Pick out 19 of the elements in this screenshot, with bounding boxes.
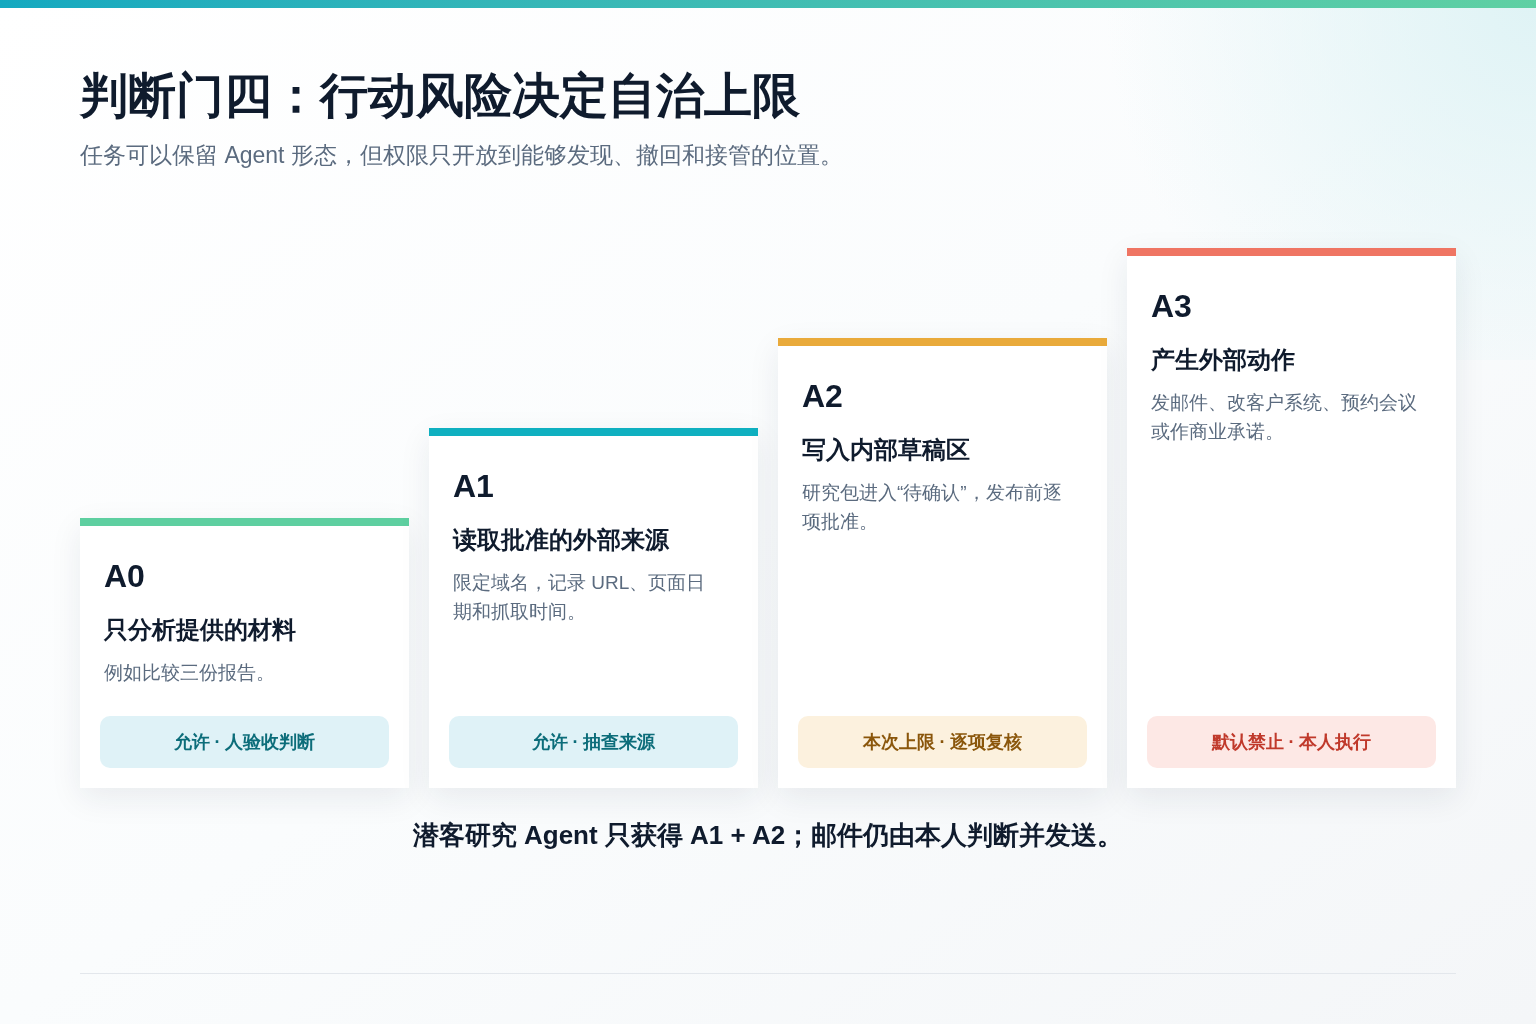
level-code: A2 — [802, 377, 844, 416]
level-heading: 写入内部草稿区 — [802, 435, 971, 465]
permission-badge: 允许 · 人验收判断 — [100, 716, 389, 768]
conclusion-text: 潜客研究 Agent 只获得 A1 + A2；邮件仍由本人判断并发送。 — [411, 819, 1125, 852]
level-description: 发邮件、改客户系统、预约会议或作商业承诺。 — [1151, 391, 1418, 444]
page-title: 判断门四：行动风险决定自治上限 — [80, 68, 801, 124]
level-description: 研究包进入“待确认”，发布前逐项批准。 — [802, 481, 1063, 534]
level-code: A3 — [1151, 287, 1193, 326]
level-heading: 读取批准的外部来源 — [453, 525, 670, 555]
level-code: A0 — [104, 557, 146, 596]
level-description: 限定域名，记录 URL、页面日期和抓取时间。 — [453, 571, 707, 624]
permission-badge: 允许 · 抽查来源 — [449, 716, 738, 768]
level-code: A1 — [453, 467, 495, 506]
level-heading: 只分析提供的材料 — [104, 615, 297, 645]
permission-badge: 本次上限 · 逐项复核 — [798, 716, 1087, 768]
page-subtitle: 任务可以保留 Agent 形态，但权限只开放到能够发现、撤回和接管的位置。 — [80, 141, 844, 170]
level-description: 例如比较三份报告。 — [104, 661, 276, 685]
permission-badge: 默认禁止 · 本人执行 — [1147, 716, 1436, 768]
level-heading: 产生外部动作 — [1151, 345, 1296, 375]
